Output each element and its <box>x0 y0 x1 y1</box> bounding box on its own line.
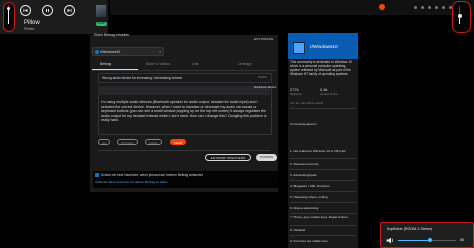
divider <box>290 169 356 170</box>
body-text: I'm using multiple audio devices (Blueto… <box>101 100 267 123</box>
rule-item[interactable]: 2. Flamed incorrectly <box>290 162 355 167</box>
tab-post[interactable]: Beitrag <box>92 59 138 70</box>
volume-knob[interactable] <box>6 7 10 11</box>
top-navigation <box>110 0 474 15</box>
community-select[interactable]: r/Windows10 ▾ <box>92 47 164 56</box>
rule-item[interactable]: 9. Full rules are visible here <box>290 239 355 244</box>
next-button[interactable] <box>64 5 75 16</box>
rule-item[interactable]: 3. Advertising/spam <box>290 173 355 178</box>
hardware-volume-indicator[interactable] <box>452 1 471 33</box>
notify-label: Schick mir eine Nachricht, wenn jemand a… <box>101 173 203 177</box>
spoiler-tag-button[interactable]: SPOILER <box>117 139 138 145</box>
nsfw-tag-button[interactable]: NSFW <box>145 139 162 145</box>
divider <box>290 191 356 192</box>
save-draft-button[interactable]: ENTWURF SPEICHERN <box>205 154 251 161</box>
speaker-icon[interactable] <box>386 237 394 244</box>
reddit-logo-icon[interactable] <box>379 4 385 10</box>
windows-logo-icon <box>293 42 305 54</box>
volume-knob[interactable] <box>457 14 462 18</box>
rule-item[interactable]: 8. Clickbait <box>290 228 355 233</box>
previous-button[interactable] <box>20 5 31 16</box>
divider <box>290 180 356 181</box>
post-button[interactable]: POSTEN <box>256 154 277 161</box>
nav-icon[interactable] <box>414 6 417 9</box>
rule-item[interactable]: 6. Rogue advertising <box>290 206 355 211</box>
divider <box>98 150 270 151</box>
created-date: Am 12. Juni 2013 erstellt <box>290 101 324 105</box>
album-art <box>96 5 106 17</box>
divider <box>290 235 356 236</box>
divider <box>290 225 356 226</box>
community-options-toggle[interactable]: Communityoptionen <box>290 122 317 126</box>
divider <box>290 213 356 214</box>
tab-poll[interactable]: Umfrage <box>230 59 276 69</box>
post-type-tabs: Beitrag Bilder & Videos Link Umfrage <box>92 59 276 71</box>
track-title: Pillow <box>24 20 40 26</box>
flair-button[interactable]: FLAIR <box>170 139 187 145</box>
community-select-value: r/Windows10 <box>100 49 121 54</box>
volume-fill <box>7 8 9 24</box>
title-input[interactable]: Wrong audio device for increasing / decr… <box>98 73 272 83</box>
divider <box>290 108 356 109</box>
page-title: Einen Beitrag erstellen <box>94 33 130 37</box>
community-name[interactable]: r/Windows10 <box>310 45 338 50</box>
rule-item[interactable]: 5. Harassing others, trolling <box>290 195 355 200</box>
notify-checkbox[interactable] <box>95 173 99 177</box>
spotify-badge: Spotify <box>96 22 107 26</box>
community-avatar <box>95 49 99 54</box>
volume-slider-fill <box>398 240 431 241</box>
markdown-mode-button[interactable]: Markdown-Modus <box>254 85 276 89</box>
title-char-counter: 54/300 <box>258 75 267 79</box>
online-label: Gerade Online <box>320 92 339 96</box>
volume-value: 56 <box>460 238 464 242</box>
chevron-down-icon: ▾ <box>159 49 161 54</box>
community-description: This community is dedicated to Windows 1… <box>290 60 353 77</box>
media-overlay <box>0 0 108 34</box>
track-artist: Phiiles <box>24 27 35 31</box>
divider <box>290 158 356 159</box>
title-input-value: Wrong audio device for increasing / decr… <box>102 76 183 80</box>
tab-images-videos[interactable]: Bilder & Videos <box>138 59 184 69</box>
rule-item[interactable]: 1. Not related to Windows 10 or Off-topi… <box>290 149 355 154</box>
nav-icon[interactable] <box>442 6 445 9</box>
oc-tag-button[interactable]: OC <box>98 139 111 145</box>
editor-toolbar <box>98 86 270 95</box>
rule-item[interactable]: 7. Piracy, grey market keys, illegal con… <box>290 215 355 220</box>
divider <box>290 202 356 203</box>
drafts-button[interactable]: ENTWÜRFE <box>254 37 273 41</box>
connect-accounts-link[interactable]: Verbinde deine Accounts um deinen Beitra… <box>95 180 167 184</box>
nav-icon[interactable] <box>435 6 438 9</box>
members-label: Mitglieder <box>290 92 303 96</box>
audio-device-name[interactable]: Kopfhörer (ROOM-1 Stereo) <box>387 227 432 231</box>
pause-button[interactable] <box>42 5 53 16</box>
volume-flyout <box>380 222 474 248</box>
tab-link[interactable]: Link <box>184 59 230 69</box>
rule-item[interactable]: 4. Blogspam / URL shortners <box>290 184 355 189</box>
nav-icon[interactable] <box>421 6 424 9</box>
nav-icon[interactable] <box>428 6 431 9</box>
